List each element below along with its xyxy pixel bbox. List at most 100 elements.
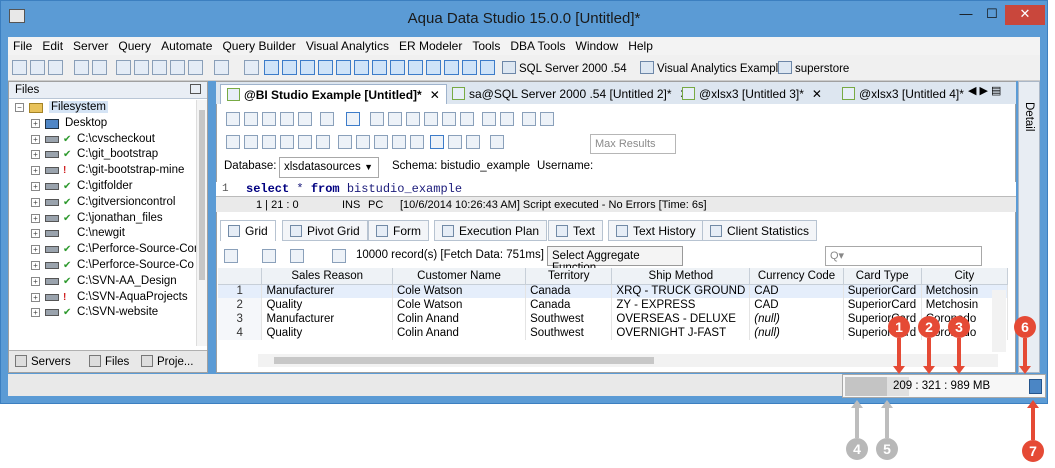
expand-icon[interactable]: + — [31, 118, 40, 128]
replace-icon[interactable] — [500, 112, 514, 126]
tree-item[interactable]: + ✔ C:\Perforce-Source-Co — [9, 258, 197, 274]
terminal-icon[interactable] — [188, 60, 203, 75]
copy-icon[interactable] — [406, 112, 420, 126]
table-cell[interactable]: Cole Watson — [392, 284, 527, 298]
view-5-icon[interactable] — [336, 60, 351, 75]
table-cell[interactable]: Canada — [525, 298, 613, 312]
column-header[interactable]: Customer Name — [392, 268, 527, 285]
database-select[interactable]: xlsdatasources ▼ — [279, 157, 379, 178]
close-tab-icon[interactable]: ✕ — [812, 87, 822, 101]
doc-tab-3[interactable]: @xlsx3 [Untitled 3]* ✕ — [676, 84, 828, 104]
tree-item[interactable]: + ✔ C:\git_bootstrap — [9, 147, 197, 163]
grid-1-icon[interactable] — [116, 60, 131, 75]
paste-icon[interactable] — [424, 112, 438, 126]
memory-indicator[interactable]: 209 : 321 : 989 MB — [842, 374, 1046, 398]
grid-2-icon[interactable] — [134, 60, 149, 75]
tab-text-history[interactable]: Text History — [608, 220, 704, 241]
table-row[interactable]: 2 Quality Cole Watson Canada ZY - EXPRES… — [218, 298, 1008, 312]
expand-icon[interactable]: + — [31, 292, 40, 302]
expand-icon[interactable]: + — [31, 134, 40, 144]
redo-icon[interactable] — [460, 112, 474, 126]
expand-icon[interactable]: + — [31, 276, 40, 286]
grid-4-icon[interactable] — [170, 60, 185, 75]
expand-icon[interactable]: + — [31, 213, 40, 223]
doc-tab-2[interactable]: sa@SQL Server 2000 .54 [Untitled 2]*✕ — [446, 84, 696, 104]
scroll-thumb[interactable] — [199, 110, 205, 280]
tree-item[interactable]: + ✔ C:\gitfolder — [9, 179, 197, 195]
menu-help[interactable]: Help — [623, 37, 658, 55]
close-tab-icon[interactable]: ✕ — [430, 88, 440, 102]
view-2-icon[interactable] — [282, 60, 297, 75]
aggregate-function-button[interactable]: Select Aggregate Function — [547, 246, 683, 274]
expand-icon[interactable]: + — [31, 181, 40, 191]
new-query-icon[interactable] — [12, 60, 27, 75]
table-cell[interactable]: (null) — [749, 312, 844, 326]
find-icon[interactable] — [482, 112, 496, 126]
lowercase-icon[interactable] — [540, 112, 554, 126]
tab-projects[interactable]: Proje... — [141, 355, 193, 368]
menu-file[interactable]: File — [8, 37, 37, 55]
minimize-button[interactable]: — — [953, 5, 979, 25]
excel-icon[interactable] — [290, 249, 304, 263]
format-icon[interactable] — [392, 135, 406, 149]
tree-root[interactable]: − Filesystem — [9, 100, 197, 116]
execute-current-icon[interactable] — [262, 135, 276, 149]
menu-dba-tools[interactable]: DBA Tools — [505, 37, 570, 55]
tree-item[interactable]: + ✔ C:\jonathan_files — [9, 211, 197, 227]
table-cell[interactable]: Quality — [261, 298, 393, 312]
close-button[interactable]: ✕ — [1005, 5, 1045, 25]
tree-item[interactable]: + ✔ C:\SVN-AA_Design — [9, 274, 197, 290]
scroll-thumb[interactable] — [274, 357, 654, 364]
table-cell[interactable]: Canada — [525, 284, 613, 298]
view-13-icon[interactable] — [480, 60, 495, 75]
auto-commit-icon[interactable] — [374, 135, 388, 149]
column-header[interactable]: City — [921, 268, 1008, 285]
doc-tab-1[interactable]: @BI Studio Example [Untitled]* ✕ — [220, 84, 447, 104]
history-icon[interactable] — [490, 135, 504, 149]
view-7-icon[interactable] — [372, 60, 387, 75]
table-cell[interactable]: (null) — [749, 326, 844, 340]
table-cell[interactable]: SuperiorCard — [843, 284, 922, 298]
tab-execution-plan[interactable]: Execution Plan — [434, 220, 548, 241]
doc-tab-4[interactable]: @xlsx3 [Untitled 4]* — [836, 84, 970, 104]
expand-icon[interactable]: + — [31, 260, 40, 270]
open-icon[interactable] — [244, 112, 258, 126]
execute-icon[interactable] — [244, 135, 258, 149]
column-header[interactable]: Card Type — [843, 268, 922, 285]
expand-icon[interactable]: + — [31, 308, 40, 318]
column-header[interactable]: Sales Reason — [261, 268, 393, 285]
menu-visual-analytics[interactable]: Visual Analytics — [301, 37, 394, 55]
tree-item[interactable]: + ✔ C:\Perforce-Source-Cont — [9, 242, 197, 258]
grid-horizontal-scrollbar[interactable] — [258, 354, 998, 367]
select-icon[interactable] — [370, 112, 384, 126]
layout-icon[interactable] — [244, 60, 259, 75]
max-results-input[interactable]: Max Results — [590, 134, 676, 154]
menu-query[interactable]: Query — [113, 37, 156, 55]
tab-grid[interactable]: Grid — [220, 220, 276, 241]
menu-tools[interactable]: Tools — [467, 37, 505, 55]
quicklink-superstore[interactable]: superstore — [778, 61, 849, 75]
tab-nav-icons[interactable]: ◀ ▶ ▤ — [968, 84, 1001, 97]
menu-automate[interactable]: Automate — [156, 37, 217, 55]
open-query-icon[interactable] — [30, 60, 45, 75]
expand-icon[interactable]: + — [31, 229, 40, 239]
quicklink-visual-analytics[interactable]: Visual Analytics Example — [640, 61, 785, 75]
view-4-icon[interactable] — [318, 60, 333, 75]
tab-pivot-grid[interactable]: Pivot Grid — [282, 220, 368, 241]
sql-editor[interactable]: 1 select * from bistudio_example — [216, 182, 1016, 196]
tree-item-desktop[interactable]: + Desktop — [9, 116, 197, 132]
tree-item[interactable]: +! C:\git-bootstrap-mine — [9, 163, 197, 179]
tab-client-statistics[interactable]: Client Statistics — [702, 220, 818, 241]
table-cell[interactable]: CAD — [749, 298, 844, 312]
view-1-icon[interactable] — [264, 60, 279, 75]
results-text-icon[interactable] — [466, 135, 480, 149]
table-cell[interactable]: SuperiorCard — [843, 298, 922, 312]
files-scrollbar[interactable] — [196, 100, 207, 346]
table-cell[interactable]: Manufacturer — [261, 284, 393, 298]
view-9-icon[interactable] — [408, 60, 423, 75]
menu-edit[interactable]: Edit — [37, 37, 68, 55]
column-header[interactable]: Currency Code — [749, 268, 844, 285]
table-row[interactable]: 1 Manufacturer Cole Watson Canada XRQ - … — [218, 284, 1008, 298]
table-cell[interactable]: Southwest — [525, 326, 613, 340]
tab-text[interactable]: Text — [548, 220, 604, 241]
